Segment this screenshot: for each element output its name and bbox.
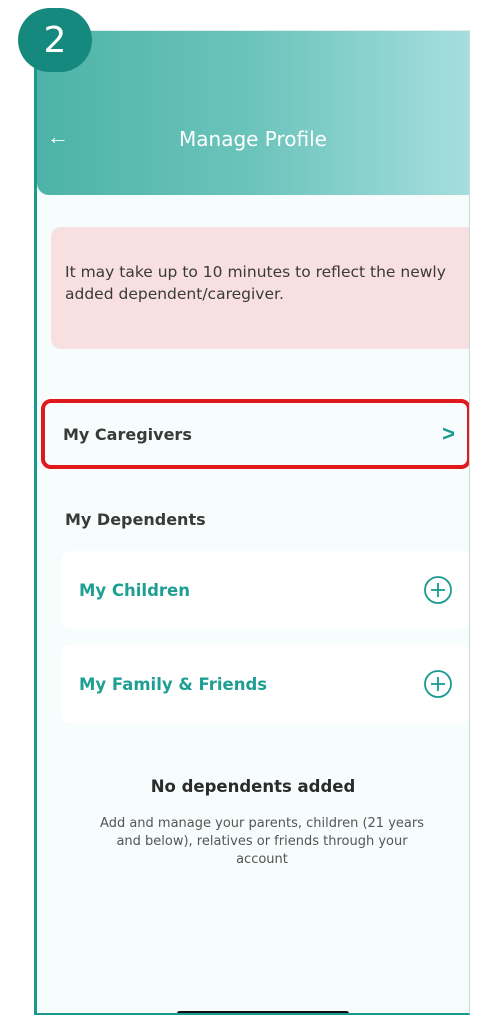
my-family-friends-label: My Family & Friends xyxy=(79,674,268,694)
my-dependents-heading: My Dependents xyxy=(65,510,206,529)
chevron-right-icon: > xyxy=(442,421,455,446)
empty-state-title: No dependents added xyxy=(150,777,356,796)
my-family-friends-card[interactable]: My Family & Friends xyxy=(61,645,469,723)
step-number-badge: 2 xyxy=(18,8,92,72)
my-children-card[interactable]: My Children xyxy=(61,551,469,629)
plus-circle-icon[interactable] xyxy=(423,669,453,699)
info-banner-text: It may take up to 10 minutes to reflect … xyxy=(65,263,446,303)
home-indicator xyxy=(177,1011,349,1013)
info-banner: It may take up to 10 minutes to reflect … xyxy=(51,227,469,349)
my-caregivers-row[interactable]: My Caregivers > xyxy=(41,399,469,469)
plus-circle-icon[interactable] xyxy=(423,575,453,605)
my-caregivers-label: My Caregivers xyxy=(63,424,192,444)
phone-screen: ← Manage Profile It may take up to 10 mi… xyxy=(34,30,470,1015)
empty-state-description: Add and manage your parents, children (2… xyxy=(100,816,424,867)
my-children-label: My Children xyxy=(79,580,190,600)
header-bar: ← Manage Profile xyxy=(37,31,469,195)
page-title: Manage Profile xyxy=(179,127,327,151)
